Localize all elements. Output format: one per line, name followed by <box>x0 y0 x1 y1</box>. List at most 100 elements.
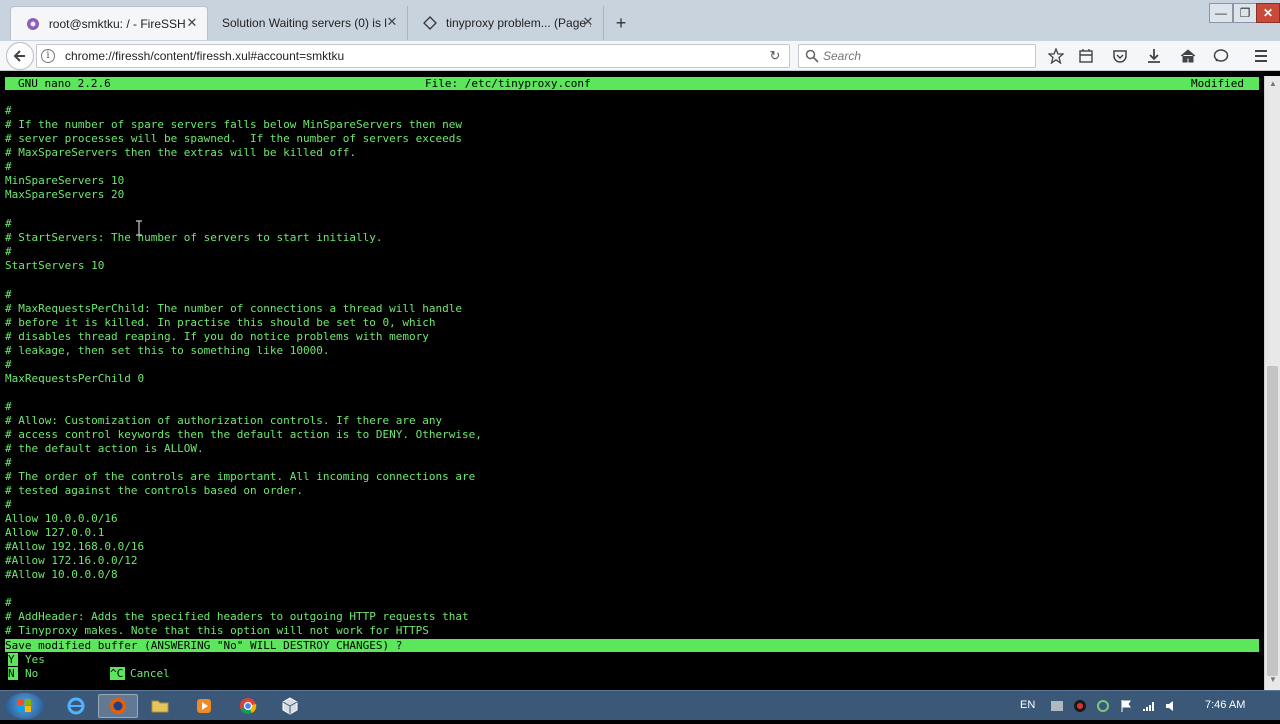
nano-header: GNU nano 2.2.6 File: /etc/tinyproxy.conf… <box>5 77 1259 90</box>
flag-icon[interactable] <box>1119 699 1133 713</box>
terminal-line: # StartServers: The number of servers to… <box>5 231 383 244</box>
reload-icon[interactable]: ↻ <box>767 48 783 64</box>
media-player-icon <box>197 699 211 713</box>
terminal-line: # <box>5 217 12 230</box>
cube-app-icon <box>282 697 298 715</box>
nano-filename: File: /etc/tinyproxy.conf <box>425 77 591 90</box>
terminal-line: #Allow 192.168.0.0/16 <box>5 540 145 553</box>
scroll-up-icon[interactable]: ▲ <box>1268 80 1278 88</box>
terminal-line: Allow 10.0.0.0/16 <box>5 512 118 525</box>
terminal-line: # MaxRequestsPerChild: The number of con… <box>5 302 462 315</box>
terminal-line: # <box>5 160 12 173</box>
tab-solution[interactable]: Solution Waiting servers (0) is l... ✕ <box>208 6 408 40</box>
cancel-option[interactable]: Cancel <box>130 667 170 680</box>
start-button[interactable] <box>6 693 44 719</box>
internet-explorer-icon <box>67 697 85 715</box>
close-icon[interactable]: ✕ <box>581 15 595 29</box>
terminal-line: # access control keywords then the defau… <box>5 428 482 441</box>
network-icon[interactable] <box>1142 699 1156 713</box>
terminal-line: # The order of the controls are importan… <box>5 470 476 483</box>
terminal-line: # disables thread reaping. If you do not… <box>5 330 429 343</box>
url-text[interactable]: chrome://firessh/content/firessh.xul#acc… <box>65 49 344 63</box>
media-player-taskbar-button[interactable] <box>184 694 224 718</box>
terminal-line: # <box>5 104 12 117</box>
terminal-line: # <box>5 245 12 258</box>
new-tab-button[interactable]: + <box>610 12 632 34</box>
terminal-line: #Allow 172.16.0.0/12 <box>5 554 138 567</box>
terminal-line: # leakage, then set this to something li… <box>5 344 330 357</box>
terminal-line: # Tinyproxy makes. Note that this option… <box>5 624 429 637</box>
no-key[interactable]: N <box>8 667 18 680</box>
terminal-line: # tested against the controls based on o… <box>5 484 304 497</box>
menu-icon[interactable] <box>1252 47 1270 65</box>
home-icon[interactable] <box>1179 47 1197 65</box>
tab-strip: root@smktku: / - FireSSH ✕ Solution Wait… <box>0 0 1280 44</box>
tinyproxy-icon <box>422 15 438 31</box>
minimize-button[interactable]: — <box>1209 3 1233 23</box>
nano-version: GNU nano 2.2.6 <box>18 77 111 90</box>
download-icon[interactable] <box>1145 47 1163 65</box>
search-input[interactable] <box>823 48 1023 64</box>
clock[interactable]: 7:46 AM <box>1205 699 1245 711</box>
yes-key[interactable]: Y <box>8 653 18 666</box>
reading-list-icon[interactable] <box>1077 47 1095 65</box>
language-indicator[interactable]: EN <box>1020 699 1035 711</box>
sync-icon[interactable] <box>1096 699 1110 713</box>
terminal-line: StartServers 10 <box>5 259 105 272</box>
url-bar[interactable]: i chrome://firessh/content/firessh.xul#a… <box>36 44 790 68</box>
tab-tinyproxy[interactable]: tinyproxy problem... (Page ... ✕ <box>408 6 604 40</box>
chrome-icon <box>240 698 257 715</box>
security-app-icon[interactable] <box>1073 699 1087 713</box>
terminal-line: # <box>5 596 12 609</box>
folder-icon <box>151 700 169 713</box>
terminal-line: # AddHeader: Adds the specified headers … <box>5 610 469 623</box>
terminal-line: # <box>5 288 12 301</box>
terminal-line: MaxSpareServers 20 <box>5 188 125 201</box>
app-taskbar-button[interactable] <box>270 694 310 718</box>
tab-label: tinyproxy problem... (Page ... <box>446 16 591 30</box>
close-icon[interactable]: ✕ <box>185 16 199 30</box>
terminal-line: # before it is killed. In practise this … <box>5 316 436 329</box>
terminal-window[interactable]: GNU nano 2.2.6 File: /etc/tinyproxy.conf… <box>0 76 1264 690</box>
volume-icon[interactable] <box>1164 699 1178 713</box>
maximize-button[interactable]: ❐ <box>1233 3 1257 23</box>
search-bar[interactable] <box>798 44 1036 68</box>
search-icon <box>805 49 819 63</box>
navigation-bar: i chrome://firessh/content/firessh.xul#a… <box>0 41 1280 71</box>
firefox-taskbar-button[interactable] <box>98 694 138 718</box>
yes-option[interactable]: Yes <box>25 653 45 666</box>
no-option[interactable]: No <box>25 667 38 680</box>
terminal-line: # <box>5 456 12 469</box>
pocket-icon[interactable] <box>1111 47 1129 65</box>
chrome-taskbar-button[interactable] <box>228 694 268 718</box>
notification-app-icon[interactable] <box>1050 699 1064 713</box>
terminal-scrollbar[interactable]: ▲ ▼ <box>1264 76 1280 690</box>
arrow-left-icon <box>13 50 25 62</box>
text-cursor-icon <box>136 220 142 236</box>
windows-logo-icon <box>18 699 31 712</box>
terminal-line: Allow 127.0.0.1 <box>5 526 105 539</box>
taskbar: EN 7:46 AM <box>0 690 1280 720</box>
terminal-line: # server processes will be spawned. If t… <box>5 132 462 145</box>
bookmark-star-icon[interactable] <box>1047 47 1065 65</box>
scroll-thumb[interactable] <box>1267 366 1278 676</box>
chat-icon[interactable] <box>1212 47 1230 65</box>
info-icon[interactable]: i <box>41 49 55 63</box>
cancel-key[interactable]: ^C <box>110 667 125 680</box>
close-window-button[interactable]: ✕ <box>1256 3 1280 23</box>
explorer-taskbar-button[interactable] <box>140 694 180 718</box>
terminal-line: MinSpareServers 10 <box>5 174 125 187</box>
save-prompt: Save modified buffer (ANSWERING "No" WIL… <box>5 639 1259 652</box>
ie-taskbar-button[interactable] <box>56 694 96 718</box>
back-button[interactable] <box>6 42 34 70</box>
tab-firessh[interactable]: root@smktku: / - FireSSH ✕ <box>10 6 208 40</box>
close-icon[interactable]: ✕ <box>385 15 399 29</box>
terminal-line: # <box>5 358 12 371</box>
firessh-icon <box>25 16 41 32</box>
terminal-line: # <box>5 498 12 511</box>
tab-label: Solution Waiting servers (0) is l... <box>222 16 387 30</box>
terminal-line: # If the number of spare servers falls b… <box>5 118 462 131</box>
scroll-down-icon[interactable]: ▼ <box>1268 676 1278 684</box>
tab-label: root@smktku: / - FireSSH <box>48 16 186 31</box>
terminal-line: # <box>5 400 12 413</box>
